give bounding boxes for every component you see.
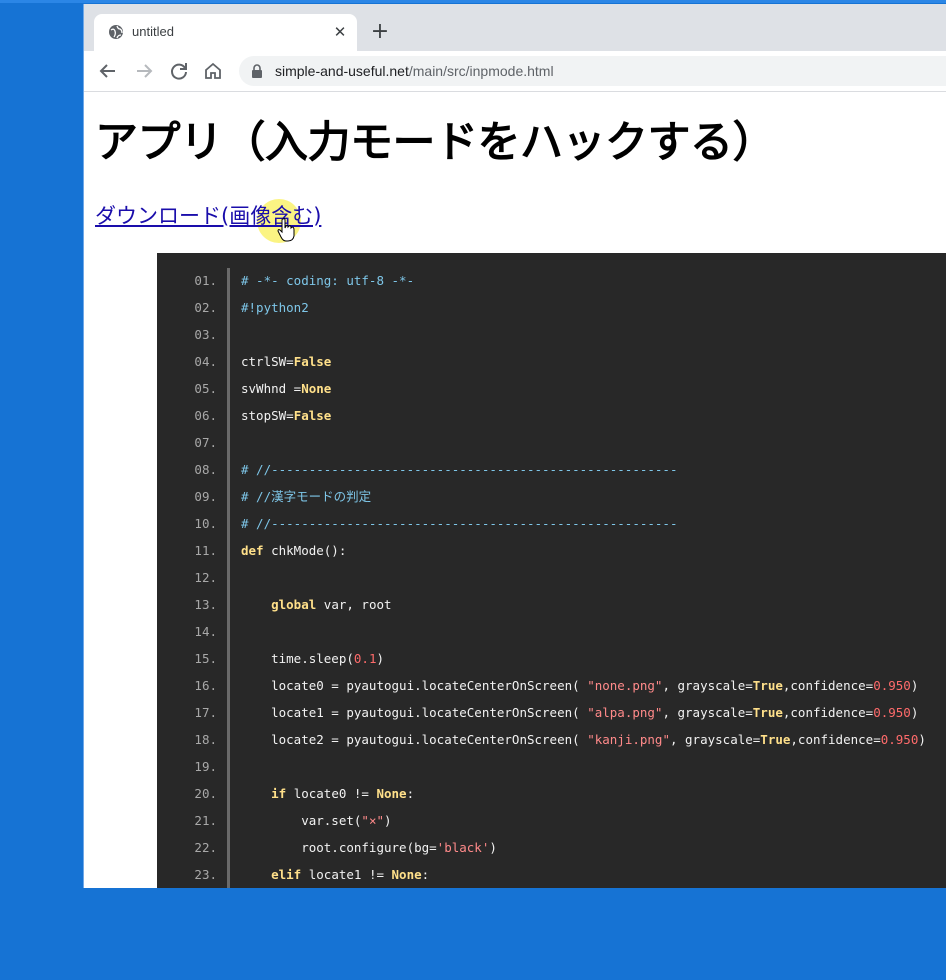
reload-icon[interactable] xyxy=(167,59,191,83)
line-number: 16. xyxy=(194,678,217,693)
code-text: root.configure(bg='black') xyxy=(241,840,497,855)
line-number: 20. xyxy=(194,786,217,801)
page-title: アプリ（入力モードをハックする） xyxy=(95,118,776,168)
forward-arrow-icon[interactable] xyxy=(132,59,156,83)
code-text: elif locate1 != None: xyxy=(271,867,430,882)
code-block: 01. # -*- coding: utf-8 -*- 02. #!python2 03… xyxy=(157,253,946,888)
code-line: 15. time.sleep(0.1) xyxy=(157,645,946,672)
line-number: 04. xyxy=(194,354,217,369)
code-line: 07. xyxy=(157,429,946,456)
globe-icon xyxy=(109,25,123,39)
tab-title: untitled xyxy=(132,24,174,39)
home-icon[interactable] xyxy=(201,59,225,83)
tab-strip: untitled ✕ + xyxy=(84,4,946,51)
code-text: # //漢字モードの判定 xyxy=(241,489,372,504)
code-line: 18. locate2 = pyautogui.locateCenterOnSc… xyxy=(157,726,946,753)
url-host: simple-and-useful.net xyxy=(275,63,409,79)
line-number: 18. xyxy=(194,732,217,747)
code-line: 16. locate0 = pyautogui.locateCenterOnSc… xyxy=(157,672,946,699)
code-text: # //------------------------------------… xyxy=(241,516,678,531)
code-line: 12. xyxy=(157,564,946,591)
hand-cursor-icon xyxy=(277,218,295,242)
line-number: 02. xyxy=(194,300,217,315)
code-line: 13. global var, root xyxy=(157,591,946,618)
code-line: 03. xyxy=(157,321,946,348)
browser-toolbar: simple-and-useful.net/main/src/inpmode.h… xyxy=(84,51,946,92)
desktop-background xyxy=(0,0,946,3)
line-number: 19. xyxy=(194,759,217,774)
browser-window: untitled ✕ + simple-and-useful.net/main/… xyxy=(84,4,946,888)
line-number: 23. xyxy=(194,867,217,882)
lock-icon xyxy=(252,64,262,78)
url-path: /main/src/inpmode.html xyxy=(408,63,554,79)
line-number: 01. xyxy=(194,273,217,288)
code-line: 05. svWhnd =None xyxy=(157,375,946,402)
code-line: 08. # //---------------------------------… xyxy=(157,456,946,483)
line-number: 22. xyxy=(194,840,217,855)
code-line: 06. stopSW=False xyxy=(157,402,946,429)
code-text: #!python2 xyxy=(241,300,309,315)
code-line: 04. ctrlSW=False xyxy=(157,348,946,375)
tab-untitled[interactable]: untitled ✕ xyxy=(94,14,357,51)
line-number: 05. xyxy=(194,381,217,396)
code-line: 17. locate1 = pyautogui.locateCenterOnSc… xyxy=(157,699,946,726)
line-number: 10. xyxy=(194,516,217,531)
code-text: svWhnd =None xyxy=(241,381,332,396)
line-number: 17. xyxy=(194,705,217,720)
code-text: locate2 = pyautogui.locateCenterOnScreen… xyxy=(241,732,926,747)
code-text: stopSW=False xyxy=(241,408,332,423)
code-text: global var, root xyxy=(271,597,392,612)
line-number: 21. xyxy=(194,813,217,828)
line-number: 08. xyxy=(194,462,217,477)
code-line: 14. xyxy=(157,618,946,645)
code-line: 22. root.configure(bg='black') xyxy=(157,834,946,861)
code-line: 19. xyxy=(157,753,946,780)
code-line: 23. elif locate1 != None: xyxy=(157,861,946,888)
close-icon[interactable]: ✕ xyxy=(330,22,350,42)
code-line: 21. var.set("×") xyxy=(157,807,946,834)
line-number: 14. xyxy=(194,624,217,639)
line-number: 13. xyxy=(194,597,217,612)
code-line: 01. # -*- coding: utf-8 -*- xyxy=(157,267,946,294)
address-bar[interactable]: simple-and-useful.net/main/src/inpmode.h… xyxy=(239,56,946,86)
code-line: 09. # //漢字モードの判定 xyxy=(157,483,946,510)
line-number: 15. xyxy=(194,651,217,666)
line-number: 03. xyxy=(194,327,217,342)
line-number: 07. xyxy=(194,435,217,450)
url-text: simple-and-useful.net/main/src/inpmode.h… xyxy=(275,63,554,79)
line-number: 09. xyxy=(194,489,217,504)
code-line: 10. # //---------------------------------… xyxy=(157,510,946,537)
code-text: if locate0 != None: xyxy=(271,786,415,801)
code-line: 20. if locate0 != None: xyxy=(157,780,946,807)
code-text: var.set("×") xyxy=(241,813,392,828)
page-content: アプリ（入力モードをハックする） ダウンロード(画像含む) 01. # -*- c… xyxy=(84,92,946,888)
line-number: 06. xyxy=(194,408,217,423)
code-line: 11. def chkMode(): xyxy=(157,537,946,564)
line-number: 11. xyxy=(194,543,217,558)
plus-icon[interactable]: + xyxy=(368,20,392,44)
line-number: 12. xyxy=(194,570,217,585)
code-line: 02. #!python2 xyxy=(157,294,946,321)
code-text: locate0 = pyautogui.locateCenterOnScreen… xyxy=(241,678,919,693)
back-arrow-icon[interactable] xyxy=(96,59,120,83)
code-text: locate1 = pyautogui.locateCenterOnScreen… xyxy=(241,705,919,720)
code-text: def chkMode(): xyxy=(241,543,347,558)
code-text: time.sleep(0.1) xyxy=(241,651,384,666)
code-text: # -*- coding: utf-8 -*- xyxy=(241,273,415,288)
code-text: ctrlSW=False xyxy=(241,354,332,369)
code-text: # //------------------------------------… xyxy=(241,462,678,477)
